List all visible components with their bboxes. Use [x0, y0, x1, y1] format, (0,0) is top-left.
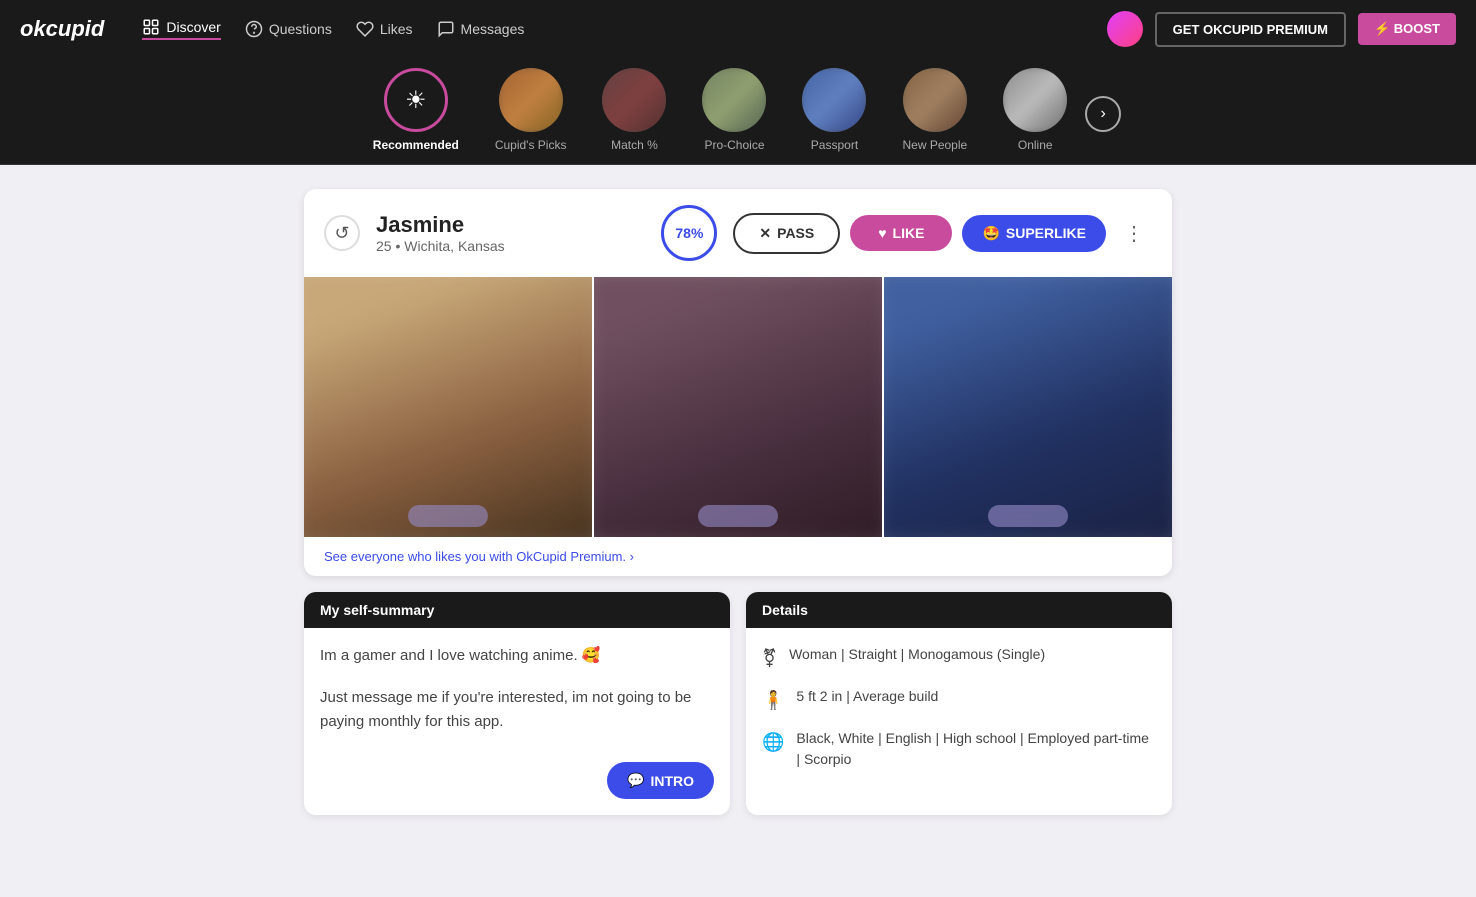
match-circle: [602, 68, 666, 132]
main-nav: Discover Questions Likes Messages: [142, 18, 524, 40]
superlike-button[interactable]: 🤩 SUPERLIKE: [962, 215, 1106, 252]
online-label: Online: [1018, 138, 1053, 152]
photo-1[interactable]: [304, 277, 592, 537]
photo-2[interactable]: [594, 277, 882, 537]
category-online[interactable]: Online: [985, 68, 1085, 164]
details-body: ⚧ Woman | Straight | Monogamous (Single)…: [746, 628, 1172, 800]
intro-button[interactable]: 💬 INTRO: [607, 762, 714, 799]
pass-button[interactable]: ✕ PASS: [733, 213, 840, 254]
photo-tag-3: [988, 505, 1068, 527]
action-buttons: ✕ PASS ♥ LIKE 🤩 SUPERLIKE ⋮: [733, 213, 1152, 254]
undo-button[interactable]: ↺: [324, 215, 360, 251]
header-right: GET OKCUPID PREMIUM ⚡ BOOST: [1107, 11, 1456, 47]
categories-next-arrow[interactable]: ›: [1085, 96, 1121, 132]
main-content: ↺ Jasmine 25 • Wichita, Kansas 78% ✕ PAS…: [288, 189, 1188, 815]
heart-icon: ♥: [878, 225, 886, 241]
photo-blur-1: [304, 277, 592, 537]
category-new-people[interactable]: New People: [884, 68, 985, 164]
logo: okcupid: [20, 16, 104, 42]
new-people-label: New People: [902, 138, 967, 152]
like-button[interactable]: ♥ LIKE: [850, 215, 952, 251]
details-row-2: 🧍 5 ft 2 in | Average build: [762, 686, 1156, 714]
sun-icon: ☀: [405, 86, 427, 115]
premium-button[interactable]: GET OKCUPID PREMIUM: [1155, 12, 1346, 47]
match-label: Match %: [611, 138, 658, 152]
category-match[interactable]: Match %: [584, 68, 684, 164]
photos-row: [304, 277, 1172, 537]
gender-icon: ⚧: [762, 645, 777, 672]
nav-discover[interactable]: Discover: [142, 18, 220, 40]
new-people-avatar: [903, 68, 967, 132]
profile-card: ↺ Jasmine 25 • Wichita, Kansas 78% ✕ PAS…: [304, 189, 1172, 576]
nav-messages[interactable]: Messages: [437, 20, 525, 38]
boost-button[interactable]: ⚡ BOOST: [1358, 13, 1456, 45]
category-cupids-picks[interactable]: Cupid's Picks: [477, 68, 585, 164]
profile-header: ↺ Jasmine 25 • Wichita, Kansas 78% ✕ PAS…: [304, 189, 1172, 277]
profile-info: Jasmine 25 • Wichita, Kansas: [376, 212, 645, 254]
self-summary-body: Im a gamer and I love watching anime. 🥰 …: [304, 628, 730, 815]
x-icon: ✕: [759, 225, 771, 242]
self-summary-card: My self-summary Im a gamer and I love wa…: [304, 592, 730, 815]
passport-circle: [802, 68, 866, 132]
cupids-circle: [499, 68, 563, 132]
about-section: My self-summary Im a gamer and I love wa…: [304, 592, 1172, 815]
profile-location: 25 • Wichita, Kansas: [376, 238, 645, 254]
recommended-circle: ☀: [384, 68, 448, 132]
online-avatar: [1003, 68, 1067, 132]
category-recommended[interactable]: ☀ Recommended: [355, 68, 477, 164]
prochoice-circle: [702, 68, 766, 132]
match-avatar: [602, 68, 666, 132]
self-summary-header: My self-summary: [304, 592, 730, 628]
category-pro-choice[interactable]: Pro-Choice: [684, 68, 784, 164]
prochoice-avatar: [702, 68, 766, 132]
summary-text-1: Im a gamer and I love watching anime. 🥰: [320, 644, 714, 668]
category-passport[interactable]: Passport: [784, 68, 884, 164]
passport-avatar: [802, 68, 866, 132]
summary-text-2: Just message me if you're interested, im…: [320, 686, 714, 734]
categories-bar: ☀ Recommended Cupid's Picks Match % Pro-…: [0, 58, 1476, 165]
chat-icon: 💬: [627, 772, 644, 789]
photo-3[interactable]: [884, 277, 1172, 537]
cupids-label: Cupid's Picks: [495, 138, 567, 152]
details-header: Details: [746, 592, 1172, 628]
photo-blur-2: [594, 277, 882, 537]
online-circle: [1003, 68, 1067, 132]
photo-tag-1: [408, 505, 488, 527]
main-header: okcupid Discover Questions Likes Message…: [0, 0, 1476, 58]
recommended-label: Recommended: [373, 138, 459, 152]
more-options-button[interactable]: ⋮: [1116, 217, 1152, 250]
globe-icon: 🌐: [762, 729, 784, 756]
premium-link[interactable]: See everyone who likes you with OkCupid …: [324, 549, 634, 564]
nav-questions[interactable]: Questions: [245, 20, 332, 38]
nav-likes[interactable]: Likes: [356, 20, 413, 38]
prochoice-label: Pro-Choice: [704, 138, 764, 152]
match-percentage: 78%: [675, 225, 703, 241]
photo-blur-3: [884, 277, 1172, 537]
photo-tag-2: [698, 505, 778, 527]
cupids-avatar: [499, 68, 563, 132]
details-row-3: 🌐 Black, White | English | High school |…: [762, 728, 1156, 770]
new-people-circle: [903, 68, 967, 132]
passport-label: Passport: [811, 138, 858, 152]
match-circle-badge: 78%: [661, 205, 717, 261]
superlike-icon: 🤩: [982, 225, 999, 242]
details-card: Details ⚧ Woman | Straight | Monogamous …: [746, 592, 1172, 815]
user-avatar[interactable]: [1107, 11, 1143, 47]
profile-name: Jasmine: [376, 212, 645, 238]
details-row-1: ⚧ Woman | Straight | Monogamous (Single): [762, 644, 1156, 672]
premium-link-bar: See everyone who likes you with OkCupid …: [304, 537, 1172, 576]
height-icon: 🧍: [762, 687, 784, 714]
